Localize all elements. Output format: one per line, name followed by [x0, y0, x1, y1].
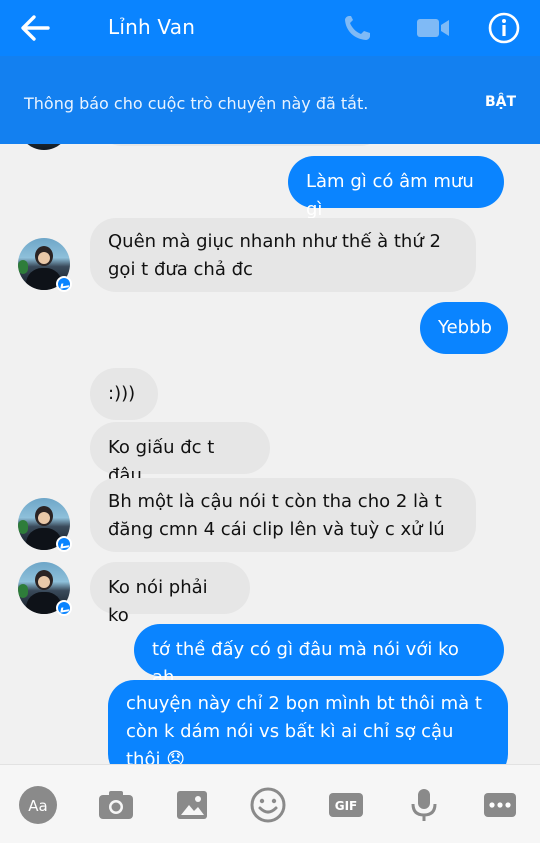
info-button[interactable]: [486, 10, 522, 46]
message-list[interactable]: Làm gì có âm mưu gì Quên mà giục nhanh n…: [0, 144, 540, 764]
image-icon: [177, 791, 207, 819]
message-bubble-incoming[interactable]: Quên mà giục nhanh như thế à thứ 2 gọi t…: [90, 218, 476, 292]
camera-icon: [99, 791, 133, 819]
message-bubble-partial: [96, 144, 386, 146]
text-format-button[interactable]: Aa: [18, 785, 58, 825]
emoji-icon: [250, 787, 286, 823]
more-icon: [484, 793, 516, 817]
messenger-badge-icon: [56, 536, 72, 552]
more-button[interactable]: [480, 785, 520, 825]
text-format-icon: Aa: [19, 786, 57, 824]
svg-text:Aa: Aa: [28, 797, 47, 815]
message-bubble-outgoing[interactable]: tớ thề đấy có gì đâu mà nói với ko ah: [134, 624, 504, 688]
camera-button[interactable]: [96, 785, 136, 825]
chat-header: Lỉnh Van: [0, 0, 540, 56]
back-button[interactable]: [18, 12, 52, 44]
banner-text: Thông báo cho cuộc trò chuyện này đã tắt…: [24, 94, 369, 113]
emoji-button[interactable]: [248, 785, 288, 825]
contact-name[interactable]: Lỉnh Van: [108, 15, 195, 39]
composer-toolbar: Aa GIF: [0, 764, 540, 843]
voice-button[interactable]: [404, 785, 444, 825]
message-bubble-incoming[interactable]: Ko nói phải ko: [90, 562, 250, 626]
avatar: [18, 144, 70, 150]
message-bubble-outgoing[interactable]: chuyện này chỉ 2 bọn mình bt thôi mà t c…: [108, 680, 508, 764]
gif-icon: GIF: [329, 793, 363, 817]
gallery-button[interactable]: [172, 785, 212, 825]
message-bubble-incoming[interactable]: Bh một là cậu nói t còn tha cho 2 là t đ…: [90, 478, 476, 552]
turn-on-button[interactable]: BẬT: [485, 94, 516, 110]
message-bubble-incoming[interactable]: :))): [90, 368, 158, 420]
message-bubble-outgoing[interactable]: Yebbb: [420, 302, 508, 354]
arrow-left-icon: [21, 15, 50, 41]
gif-button[interactable]: GIF: [326, 785, 366, 825]
microphone-icon: [411, 789, 437, 821]
sad-face-emoji: 😞: [166, 749, 185, 764]
svg-text:GIF: GIF: [335, 799, 358, 813]
info-icon: [488, 12, 520, 44]
message-bubble-outgoing[interactable]: Làm gì có âm mưu gì: [288, 156, 504, 220]
notification-banner: Thông báo cho cuộc trò chuyện này đã tắt…: [0, 56, 540, 144]
messenger-badge-icon: [56, 276, 72, 292]
call-button[interactable]: [340, 12, 376, 44]
phone-icon: [345, 16, 370, 40]
message-bubble-incoming[interactable]: Ko giấu đc t đâu: [90, 422, 270, 486]
video-camera-icon: [417, 19, 449, 37]
messenger-badge-icon: [56, 600, 72, 616]
video-call-button[interactable]: [414, 12, 452, 44]
